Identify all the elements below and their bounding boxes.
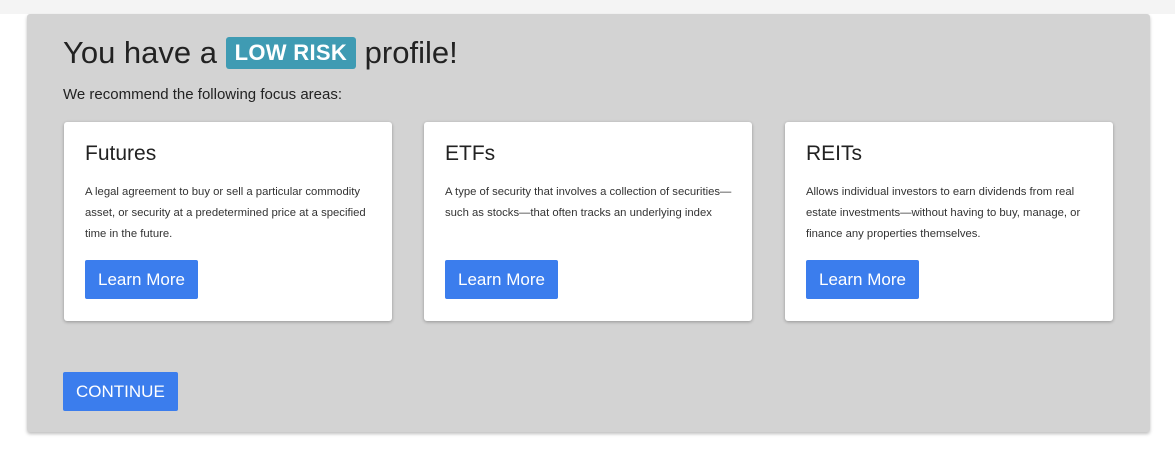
- learn-more-futures-button[interactable]: Learn More: [85, 260, 198, 299]
- card-title: REITs: [806, 142, 863, 165]
- card-description: Allows individual investors to earn divi…: [806, 186, 1081, 240]
- focus-card-etfs: ETFs A type of security that involves a …: [424, 122, 752, 321]
- recommendation-subtitle: We recommend the following focus areas:: [63, 86, 343, 103]
- learn-more-etfs-button[interactable]: Learn More: [445, 260, 558, 299]
- risk-level-badge: LOW RISK: [225, 37, 357, 69]
- focus-card-futures: Futures A legal agreement to buy or sell…: [64, 122, 392, 321]
- page-title: You have a LOW RISK profile!: [63, 33, 458, 73]
- card-title: ETFs: [445, 142, 496, 165]
- title-suffix: profile!: [364, 35, 458, 70]
- title-prefix: You have a: [63, 35, 218, 70]
- card-title: Futures: [85, 142, 157, 165]
- learn-more-reits-button[interactable]: Learn More: [806, 260, 919, 299]
- card-description: A type of security that involves a colle…: [445, 186, 732, 219]
- card-description: A legal agreement to buy or sell a parti…: [85, 186, 366, 240]
- focus-card-reits: REITs Allows individual investors to ear…: [785, 122, 1113, 321]
- risk-profile-panel: You have a LOW RISK profile! We recommen…: [27, 14, 1150, 432]
- continue-button[interactable]: CONTINUE: [63, 372, 178, 411]
- top-strip: [0, 0, 1175, 14]
